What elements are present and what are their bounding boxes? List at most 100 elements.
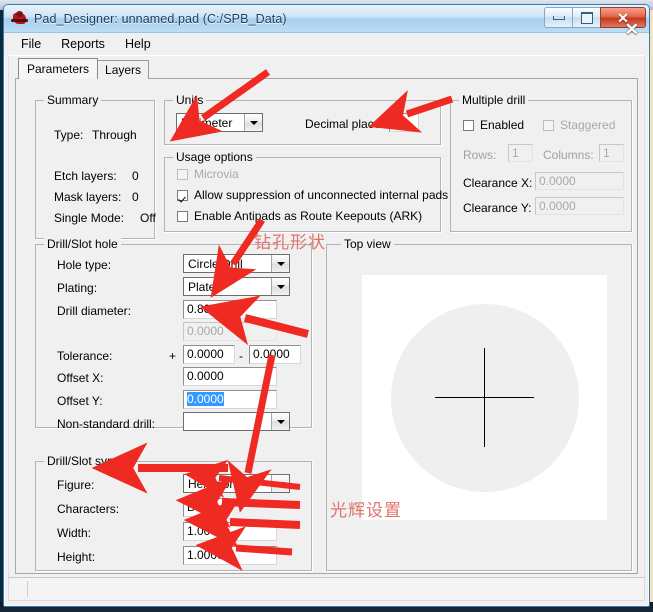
minimize-icon (552, 15, 565, 20)
rows-value: 1 (512, 146, 519, 160)
tolerance-plus-value: 0.0000 (187, 347, 224, 361)
hole-type-value: Circle Drill (188, 256, 243, 271)
columns-value: 1 (603, 146, 610, 160)
clearance-x-label: Clearance X: (463, 176, 533, 190)
decimal-places-input[interactable]: 4 (389, 113, 419, 132)
drill-diameter-secondary-input: 0.0000 (183, 322, 277, 341)
chevron-down-icon[interactable] (271, 475, 289, 492)
menu-item-file[interactable]: File (12, 36, 50, 52)
symbol-height-value: 1.0000 (187, 548, 224, 562)
summary-single-mode-value: Off (140, 211, 156, 225)
screenshot-root: Pad_Designer: unnamed.pad (C:/SPB_Data) … (0, 0, 653, 612)
plating-value: Plated (188, 279, 223, 294)
offset-y-value: 0.0000 (187, 392, 224, 406)
hole-type-combobox[interactable]: Circle Drill (183, 254, 290, 273)
maximize-button[interactable] (572, 7, 600, 28)
caption-buttons: ✕ (544, 7, 646, 28)
top-view-canvas[interactable] (362, 275, 607, 520)
tab-strip: Parameters Layers (18, 58, 150, 79)
chevron-down-icon[interactable] (271, 413, 289, 430)
multiple-drill-staggered-checkbox: Staggered (543, 118, 615, 132)
figure-value: Hexagon X (188, 476, 248, 491)
drill-diameter-secondary-value: 0.0000 (187, 324, 224, 338)
drill-slot-hole-legend: Drill/Slot hole (44, 237, 121, 251)
drill-slot-symbol-group: Drill/Slot symbol Figure: Hexagon X Char… (35, 454, 312, 571)
tolerance-plus-input[interactable]: 0.0000 (183, 345, 235, 364)
top-view-legend: Top view (341, 237, 394, 251)
allow-suppression-checkbox[interactable]: Allow suppression of unconnected interna… (177, 188, 448, 202)
summary-legend: Summary (44, 93, 102, 107)
tab-parameters[interactable]: Parameters (18, 58, 99, 79)
units-combobox[interactable]: Millimeter (176, 113, 263, 132)
figure-label: Figure: (57, 478, 95, 492)
microvia-label: Microvia (194, 167, 239, 181)
decimal-places-label: Decimal places: (305, 117, 390, 131)
plating-label: Plating: (57, 281, 98, 295)
status-bar (8, 577, 645, 601)
tolerance-plus-sign: + (169, 349, 177, 363)
multiple-drill-group: Multiple drill Enabled Staggered Rows: 1… (450, 93, 632, 232)
chevron-down-icon[interactable] (271, 278, 289, 295)
close-icon: ✕ (617, 9, 629, 26)
antipads-keepouts-checkbox[interactable]: Enable Antipads as Route Keepouts (ARK) (177, 209, 422, 223)
offset-x-input[interactable]: 0.0000 (183, 367, 277, 386)
chevron-down-icon[interactable] (271, 255, 289, 272)
characters-input[interactable]: B (183, 498, 229, 517)
maximize-icon (580, 11, 593, 24)
multiple-drill-enabled-label: Enabled (480, 118, 525, 132)
offset-y-input[interactable]: 0.0000 (183, 390, 277, 409)
symbol-height-input[interactable]: 1.0000 (183, 546, 277, 565)
symbol-width-label: Width: (57, 526, 92, 540)
status-bar-divider (27, 581, 28, 597)
menu-item-reports[interactable]: Reports (52, 36, 114, 52)
summary-single-mode-label: Single Mode: (54, 211, 125, 225)
non-standard-drill-combobox[interactable] (183, 412, 290, 431)
checkbox-icon (543, 119, 554, 131)
symbol-height-label: Height: (57, 550, 96, 564)
tolerance-minus-input[interactable]: 0.0000 (249, 345, 301, 364)
pad-shape-circle (391, 304, 579, 492)
units-legend: Units (173, 93, 207, 107)
drill-diameter-value: 0.8000 (187, 302, 224, 316)
checkbox-icon (177, 210, 188, 222)
units-combobox-value: Millimeter (181, 115, 233, 130)
drill-diameter-input[interactable]: 0.8000 (183, 300, 277, 319)
hole-type-label: Hole type: (57, 258, 112, 272)
multiple-drill-enabled-checkbox[interactable]: Enabled (463, 118, 524, 132)
figure-combobox[interactable]: Hexagon X (183, 474, 290, 493)
clearance-x-input: 0.0000 (535, 172, 624, 190)
rows-label: Rows: (463, 148, 497, 162)
minimize-button[interactable] (544, 7, 572, 28)
drill-diameter-label: Drill diameter: (57, 304, 132, 318)
summary-type-value: Through (92, 128, 137, 142)
title-bar: Pad_Designer: unnamed.pad (C:/SPB_Data) … (4, 5, 649, 38)
multiple-drill-staggered-label: Staggered (560, 118, 616, 132)
drill-slot-hole-group: Drill/Slot hole Hole type: Circle Drill … (35, 237, 312, 431)
symbol-width-input[interactable]: 1.0000 (183, 522, 277, 541)
plating-combobox[interactable]: Plated (183, 277, 290, 296)
menu-item-help[interactable]: Help (116, 36, 160, 52)
client-area: Parameters Layers Summary Type: Through … (8, 55, 645, 581)
usage-options-legend: Usage options (173, 150, 256, 164)
crosshair-vertical (484, 348, 485, 447)
pad-designer-window: Pad_Designer: unnamed.pad (C:/SPB_Data) … (3, 4, 650, 607)
summary-mask-layers-value: 0 (132, 190, 139, 204)
window-title: Pad_Designer: unnamed.pad (C:/SPB_Data) (34, 11, 287, 26)
clearance-y-label: Clearance Y: (463, 201, 532, 215)
summary-type-label: Type: (54, 128, 84, 142)
offset-y-label: Offset Y: (57, 394, 103, 408)
non-standard-drill-label: Non-standard drill: (57, 417, 156, 431)
checkbox-icon (463, 119, 474, 131)
decimal-places-value: 4 (393, 115, 400, 129)
drill-slot-symbol-legend: Drill/Slot symbol (44, 454, 137, 468)
characters-value: B (187, 500, 196, 514)
summary-etch-layers-label: Etch layers: (54, 169, 117, 183)
offset-x-value: 0.0000 (187, 369, 224, 383)
summary-group: Summary Type: Through Etch layers: 0 Mas… (35, 93, 156, 239)
multiple-drill-legend: Multiple drill (459, 93, 529, 107)
chevron-down-icon[interactable] (244, 114, 262, 131)
close-button[interactable]: ✕ (600, 7, 646, 28)
offset-x-label: Offset X: (57, 371, 104, 385)
tab-layers[interactable]: Layers (97, 60, 150, 79)
pad-designer-icon (11, 10, 28, 27)
